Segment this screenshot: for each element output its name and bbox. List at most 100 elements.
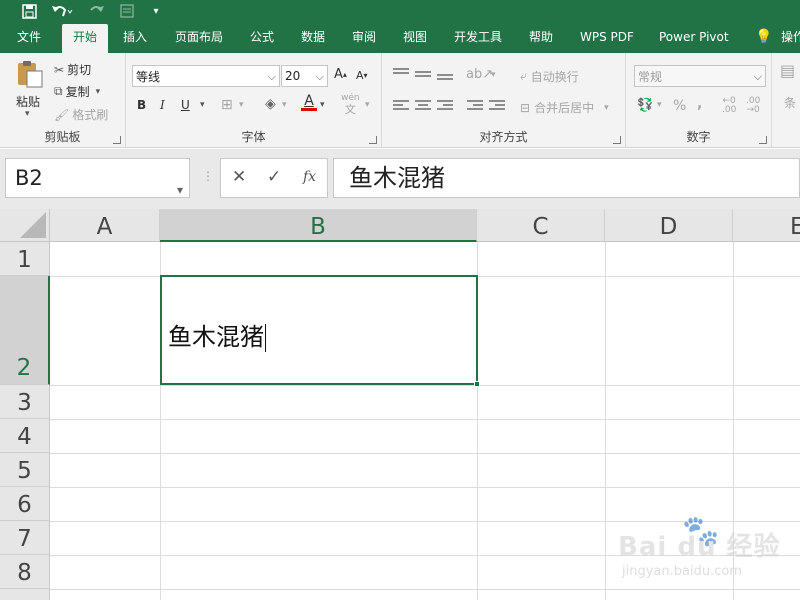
percent-button[interactable]: %	[673, 98, 686, 114]
row-header-2[interactable]: 2	[0, 276, 50, 385]
decrease-indent-icon[interactable]	[467, 100, 483, 112]
active-cell-b2[interactable]: 鱼木混猪	[160, 275, 480, 387]
tab-formulas[interactable]: 公式	[250, 22, 274, 53]
tab-view[interactable]: 视图	[403, 22, 427, 53]
name-box[interactable]: B2 ▾	[5, 158, 190, 198]
increase-font-icon[interactable]: A ▴	[334, 67, 347, 82]
merge-center-button[interactable]: ⊟ 合并后居中 ▾	[520, 99, 609, 116]
insert-function-icon[interactable]: fx	[303, 169, 316, 185]
cancel-icon[interactable]: ✕	[232, 167, 246, 187]
alignment-launcher-icon[interactable]	[613, 136, 621, 144]
select-all-button[interactable]	[0, 209, 50, 242]
paste-dropdown-icon[interactable]: ▾	[25, 109, 30, 119]
tab-file[interactable]: 文件	[17, 22, 41, 53]
font-name-combo[interactable]: 等线 ⌵	[132, 65, 280, 87]
font-color-letter: A	[304, 93, 314, 109]
orientation-icon[interactable]: ab↗	[466, 67, 493, 82]
align-right-icon[interactable]	[437, 100, 453, 112]
chevron-down-icon[interactable]: ⌵	[316, 70, 324, 84]
row-header-6[interactable]: 6	[0, 487, 50, 521]
align-center-icon[interactable]	[415, 100, 431, 112]
cut-button[interactable]: ✂ 剪切	[54, 61, 91, 78]
gridline	[605, 242, 606, 600]
column-header-e[interactable]: E	[733, 209, 800, 242]
tab-wps-pdf[interactable]: WPS PDF	[580, 22, 634, 53]
tab-help[interactable]: 帮助	[529, 22, 553, 53]
comma-button[interactable]: ,	[697, 96, 702, 112]
chevron-down-icon[interactable]: ⌵	[268, 70, 276, 84]
tab-tell-me[interactable]: 操作	[781, 22, 800, 53]
alignment-group: ab↗ ▾ ⤶ 自动换行 ⊟ 合并后居中 ▾ 对齐方式	[382, 53, 626, 148]
chevron-down-icon[interactable]: ▾	[177, 171, 183, 209]
fill-color-icon[interactable]: ◈	[265, 96, 276, 112]
row-header-1[interactable]: 1	[0, 242, 50, 276]
underline-button[interactable]: U	[181, 98, 190, 112]
enter-icon[interactable]: ✓	[267, 167, 281, 187]
font-size-combo[interactable]: 20 ⌵	[281, 65, 328, 87]
column-header-d[interactable]: D	[605, 209, 733, 242]
clipboard-launcher-icon[interactable]	[113, 136, 121, 144]
save-icon[interactable]	[18, 0, 40, 22]
formula-input[interactable]: 鱼木混猪	[333, 158, 800, 198]
row-header-4[interactable]: 4	[0, 419, 50, 453]
tab-home[interactable]: 开始	[62, 24, 109, 53]
increase-decimal-icon[interactable]: ←0.00	[722, 97, 736, 115]
bold-button[interactable]: B	[137, 98, 146, 112]
conditional-format-icon[interactable]: ▤	[780, 61, 795, 80]
align-bottom-icon[interactable]	[437, 74, 453, 86]
tab-insert[interactable]: 插入	[123, 22, 147, 53]
tab-data[interactable]: 数据	[301, 22, 325, 53]
number-format-combo[interactable]: 常规 ⌵	[634, 65, 766, 87]
styles-partial-label[interactable]: 条	[784, 94, 796, 111]
merge-dropdown-icon[interactable]: ▾	[604, 103, 609, 113]
font-color-button[interactable]: A	[301, 93, 317, 111]
accounting-icon[interactable]: 💱	[637, 98, 653, 113]
column-header-b[interactable]: B	[160, 209, 477, 242]
row-header-5[interactable]: 5	[0, 453, 50, 487]
format-painter-button[interactable]: 🖌 格式刷	[54, 106, 108, 123]
tab-page-layout[interactable]: 页面布局	[175, 22, 223, 53]
italic-button[interactable]: I	[160, 98, 165, 112]
orientation-dropdown-icon[interactable]: ▾	[491, 70, 496, 80]
border-dropdown-icon[interactable]: ▾	[239, 100, 244, 110]
cell-b2-text[interactable]: 鱼木混猪	[168, 317, 266, 352]
lightbulb-icon[interactable]: 💡	[755, 22, 772, 53]
copy-dropdown-icon[interactable]: ▾	[96, 87, 101, 97]
row-header-7[interactable]: 7	[0, 521, 50, 555]
phonetic-button[interactable]: wén 文	[341, 93, 360, 115]
row-header-8[interactable]: 8	[0, 555, 50, 589]
tab-review[interactable]: 审阅	[352, 22, 376, 53]
column-header-a[interactable]: A	[50, 209, 160, 242]
row-header-9[interactable]	[0, 589, 50, 600]
accounting-dropdown-icon[interactable]: ▾	[657, 100, 662, 110]
chevron-down-icon[interactable]: ⌵	[754, 70, 762, 84]
chevron-down-icon[interactable]: ▾	[148, 0, 164, 22]
tab-developer[interactable]: 开发工具	[454, 22, 502, 53]
decrease-font-icon[interactable]: A ▾	[356, 69, 368, 82]
underline-dropdown-icon[interactable]: ▾	[200, 100, 205, 110]
font-color-dropdown-icon[interactable]: ▾	[320, 100, 325, 110]
print-preview-icon[interactable]	[116, 0, 138, 22]
copy-button[interactable]: ⧉ 复制 ▾	[54, 83, 100, 100]
row-header-3[interactable]: 3	[0, 385, 50, 419]
increase-indent-icon[interactable]	[489, 100, 505, 112]
border-icon[interactable]: ⊞	[221, 97, 233, 113]
column-header-c[interactable]: C	[477, 209, 605, 242]
fill-handle[interactable]	[474, 381, 480, 387]
number-group-label: 数字	[686, 130, 711, 144]
undo-icon[interactable]	[48, 0, 76, 22]
redo-icon[interactable]	[84, 0, 110, 22]
align-middle-icon[interactable]	[415, 71, 431, 83]
align-top-icon[interactable]	[393, 68, 409, 80]
fill-dropdown-icon[interactable]: ▾	[282, 100, 287, 110]
splitter-handle-icon[interactable]: ⋮	[202, 169, 214, 183]
decrease-decimal-icon[interactable]: .00 →0	[746, 97, 760, 115]
wrap-text-button[interactable]: ⤶ 自动换行	[520, 68, 579, 85]
font-launcher-icon[interactable]	[369, 136, 377, 144]
number-launcher-icon[interactable]	[759, 136, 767, 144]
tab-power-pivot[interactable]: Power Pivot	[659, 22, 729, 53]
paste-button[interactable]: 粘贴	[16, 93, 40, 110]
paste-icon[interactable]	[14, 59, 46, 89]
phonetic-dropdown-icon[interactable]: ▾	[365, 100, 370, 110]
align-left-icon[interactable]	[393, 100, 409, 112]
